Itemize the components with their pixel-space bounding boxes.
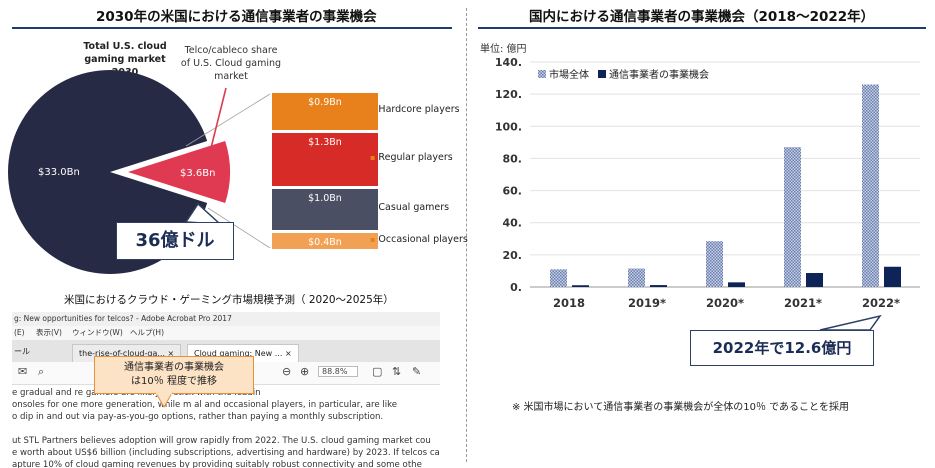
zoom-select[interactable]: 88.8% (318, 366, 359, 377)
y-tick-label: 80. (503, 152, 523, 165)
orange-callout-tail (155, 392, 173, 409)
y-tick-label: 0. (510, 281, 522, 294)
y-tick-label: 100. (495, 120, 522, 133)
legend-marker-icon: ▪ (370, 153, 376, 163)
bar-telco (728, 282, 745, 287)
fit-page-icon[interactable]: ▢ (372, 365, 382, 378)
footnote: ※ 米国市場において通信事業者の事業機会が全体の10％ であることを採用 (512, 402, 850, 413)
stack-legend-item: ▪ Casual gamers (370, 202, 450, 214)
stack-segment-2: $1.0Bn (272, 188, 378, 230)
menu-help[interactable]: ヘルプ(H) (130, 326, 164, 340)
bar-market-total (706, 241, 723, 287)
stack-segment-0: $0.9Bn (272, 93, 378, 130)
screenshot-caption: 米国におけるクラウド・ゲーミング市場規模予測（ 2020～2025年） (64, 294, 394, 306)
pie-label-total: $33.0Bn (38, 167, 80, 178)
document-text-line: e worth about US$6 billion (including su… (12, 448, 440, 458)
y-tick-label: 120. (495, 88, 522, 101)
y-tick-label: 20. (503, 249, 523, 262)
y-tick-label: 40. (503, 217, 523, 230)
stack-segment-label: $0.4Bn (308, 236, 342, 248)
document-text-line: onsoles for one more generation, while m… (12, 400, 398, 410)
document-text-line: apture 10% of cloud gaming revenues by p… (12, 460, 422, 468)
document-text-line: o dip in and out via pay-as-you-go optio… (12, 412, 384, 422)
right-callout: 2022年で12.6億円 (690, 330, 874, 366)
left-callout: 36億ドル (116, 222, 234, 260)
orange-callout: 通信事業者の事業機会 は10％ 程度で推移 (94, 356, 254, 394)
stack-segment-1: $1.3Bn (272, 132, 378, 186)
stack-segment-label: $0.9Bn (308, 97, 342, 108)
bar-market-total (784, 147, 801, 287)
tab-tools[interactable]: ール (14, 346, 30, 357)
comment-icon[interactable]: ✎ (412, 365, 421, 378)
bar-market-total (550, 269, 567, 287)
right-title-underline (478, 27, 926, 29)
mail-icon[interactable]: ✉ (18, 365, 27, 378)
stack-legend-item: ▪ Hardcore players (370, 104, 460, 116)
document-text-line: ut STL Partners believes adoption will g… (12, 436, 431, 446)
bar-market-total (862, 84, 879, 287)
orange-callout-line1: 通信事業者の事業機会 (124, 362, 224, 373)
pie-label-telco: $3.6Bn (180, 168, 215, 179)
stack-legend-item: ▪ Regular players (370, 152, 453, 164)
x-tick-label: 2019* (628, 296, 666, 310)
bar-telco (806, 273, 823, 287)
zoom-out-icon[interactable]: ⊖ (282, 365, 291, 378)
acrobat-title-bar: g: New opportunities for telcos? - Adobe… (12, 312, 440, 326)
bar-market-total (628, 268, 645, 287)
right-panel-title: 国内における通信事業者の事業機会（2018～2022年） (529, 9, 875, 25)
bar-chart: 0.20.40.60.80.100.120.140.2018 2019* 2020*… (495, 56, 920, 310)
stacked-bar: $0.9Bn $1.3Bn $1.0Bn $0.4Bn (272, 93, 378, 249)
bar-telco (572, 285, 589, 287)
acrobat-window-title: g: New opportunities for telcos? - Adobe… (14, 314, 232, 323)
stack-segment-label: $1.3Bn (308, 136, 342, 148)
stacked-legend: ▪ Hardcore players ▪ Regular players ▪ Casual… (368, 93, 468, 249)
legend-swatch (598, 70, 606, 78)
legend-label: 市場全体 (549, 68, 589, 81)
bar-telco (884, 266, 901, 287)
stack-segment-3: $0.4Bn (272, 232, 378, 249)
menu-view[interactable]: 表示(V) (36, 326, 62, 340)
legend-marker-icon: ▪ (370, 234, 376, 244)
scroll-icon[interactable]: ⇅ (392, 365, 401, 378)
menu-window[interactable]: ウィンドウ(W) (72, 326, 123, 340)
y-tick-label: 140. (495, 56, 522, 69)
stack-segment-label: $1.0Bn (308, 192, 342, 204)
legend-marker-icon: ▪ (370, 203, 376, 213)
legend-marker-icon: ▪ (370, 105, 376, 115)
orange-callout-line2: は10％ 程度で推移 (131, 376, 217, 387)
menu-edit[interactable]: (E) (14, 326, 25, 340)
connector-top (185, 93, 271, 147)
y-tick-label: 60. (503, 185, 523, 198)
zoom-in-icon[interactable]: ⊕ (300, 365, 309, 378)
legend-swatch (538, 70, 546, 78)
legend-label: 通信事業者の事業機会 (609, 68, 709, 81)
stack-legend-item: ▪ Occasional players (370, 233, 468, 245)
bar-telco (650, 285, 667, 287)
acrobat-menu-bar: (E) 表示(V) ウィンドウ(W) ヘルプ(H) (12, 326, 440, 340)
x-tick-label: 2018 (553, 296, 585, 310)
search-icon[interactable]: ⌕ (38, 365, 44, 379)
